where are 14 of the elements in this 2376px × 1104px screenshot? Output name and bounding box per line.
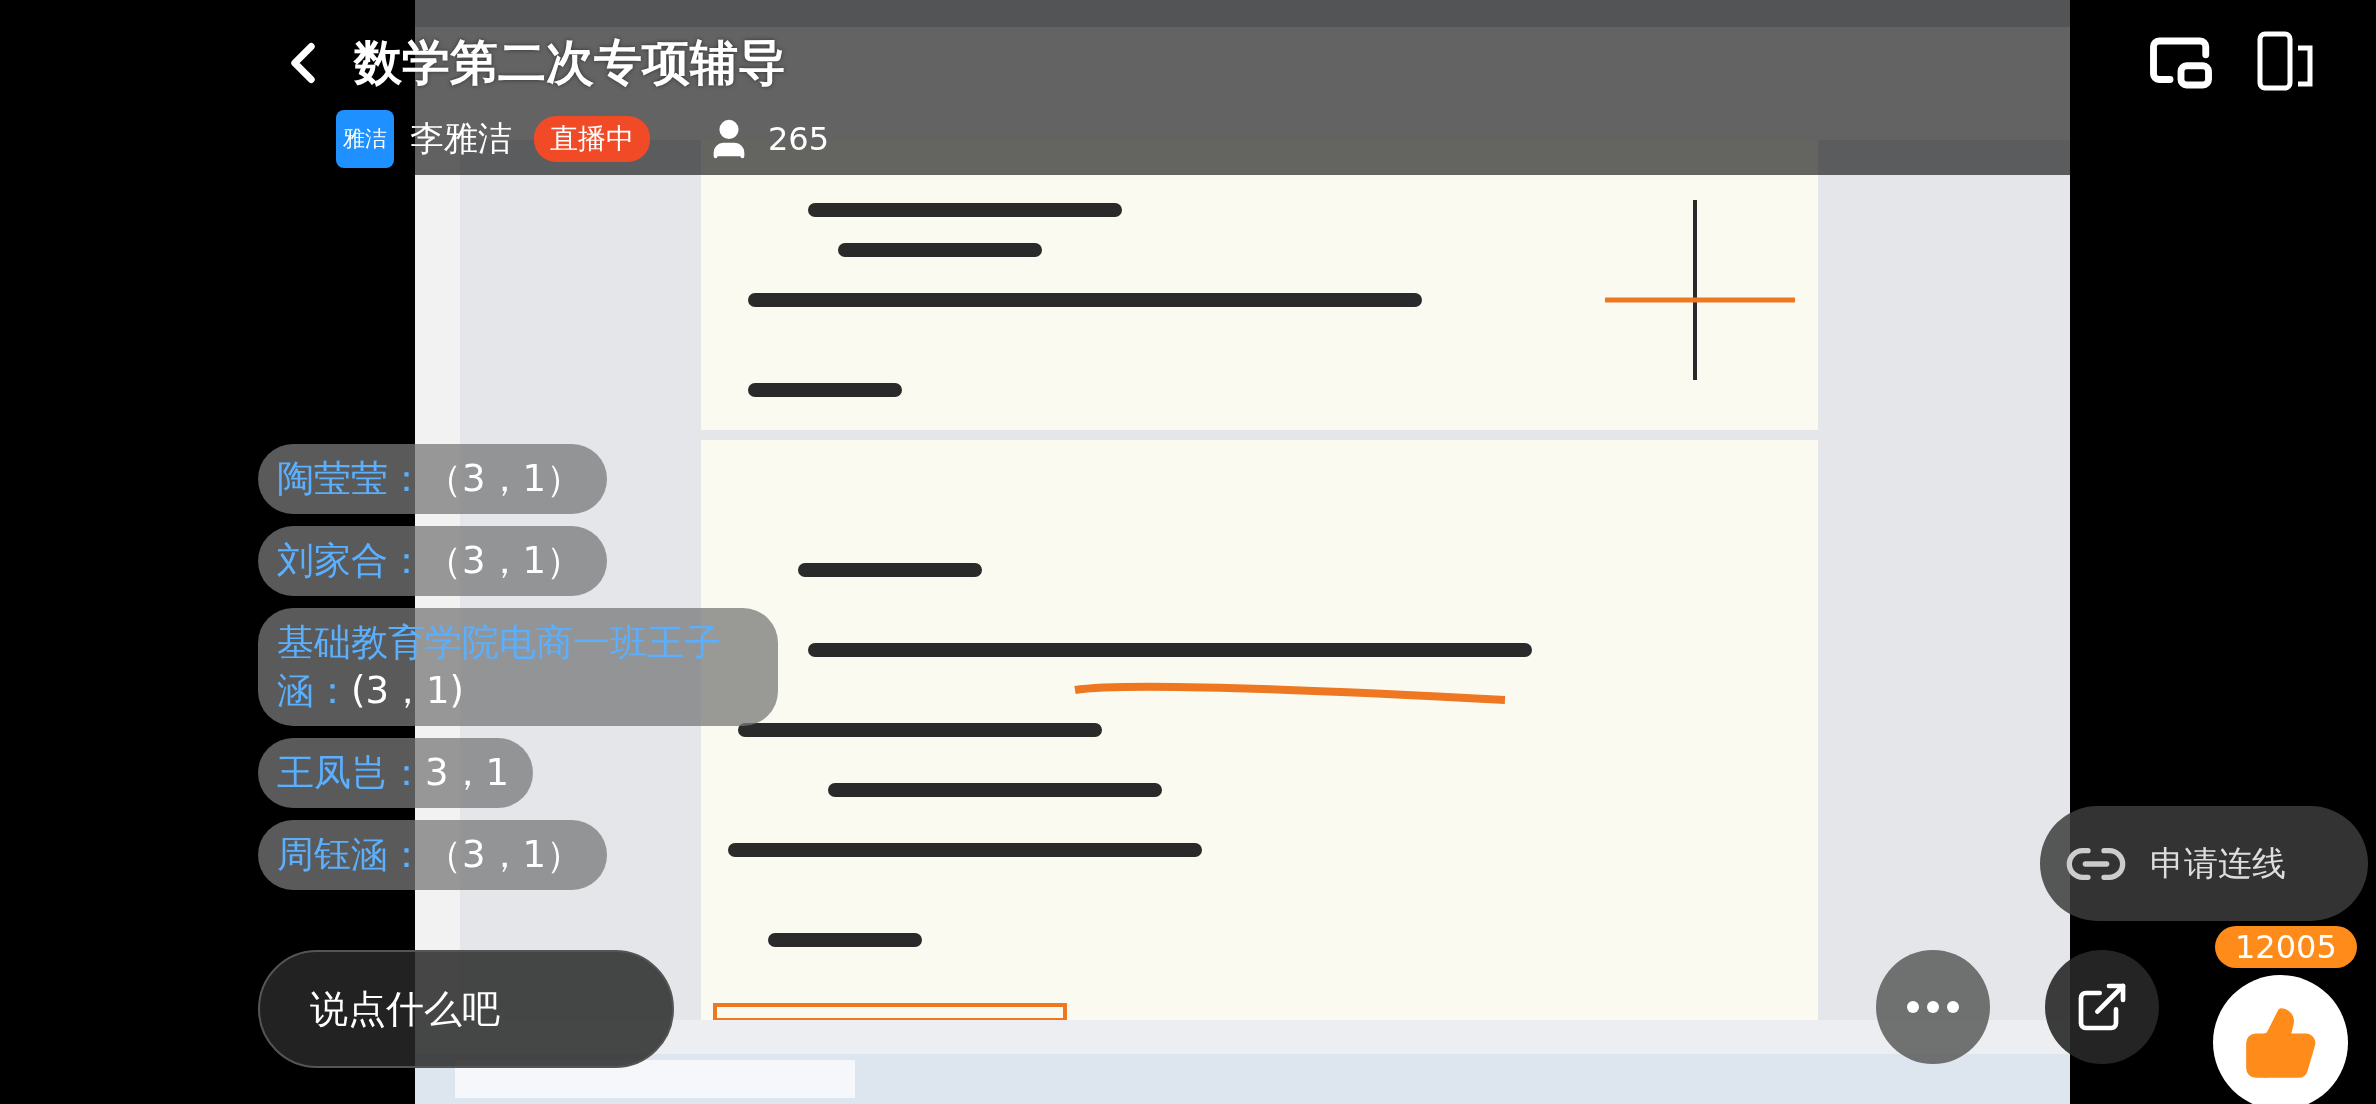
- chat-message: 周钰涵：（3，1）: [258, 820, 608, 890]
- connect-button[interactable]: 申请连线: [2040, 806, 2368, 921]
- viewer-count: 265: [768, 120, 830, 158]
- chat-message: 陶莹莹：（3，1）: [258, 444, 608, 514]
- phone-icon: [2256, 30, 2314, 92]
- chat-message: 刘家合：（3，1）: [258, 526, 608, 596]
- like-count: 12005: [2215, 926, 2357, 968]
- screen-switch-button[interactable]: [2256, 30, 2314, 92]
- more-icon: [1907, 1001, 1959, 1013]
- chat-message: 基础教育学院电商一班王子涵：(3，1): [258, 608, 778, 726]
- chat-message: 王凤岂：3，1: [258, 738, 534, 808]
- comment-field[interactable]: 说点什么吧: [258, 950, 674, 1068]
- host-avatar: 雅洁: [336, 110, 394, 168]
- live-badge: 直播中: [534, 116, 650, 162]
